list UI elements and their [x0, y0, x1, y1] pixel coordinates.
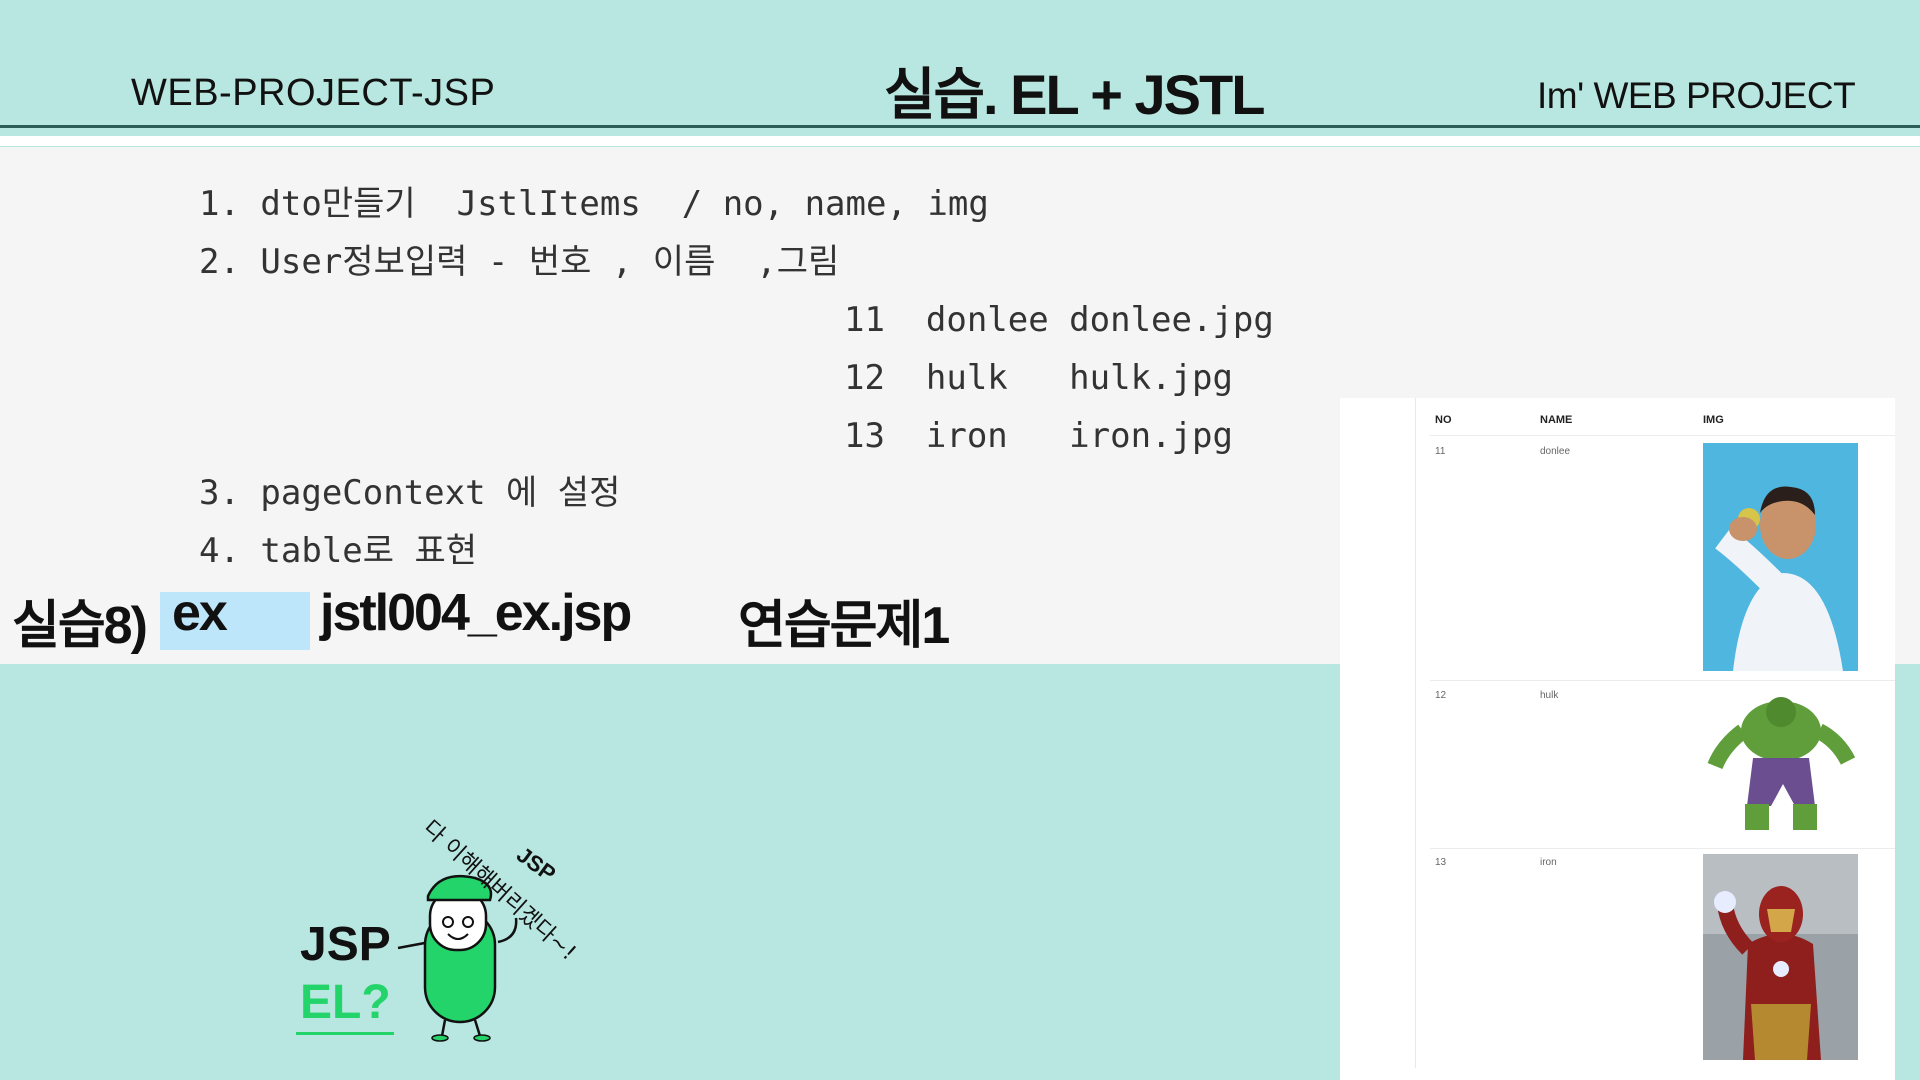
practice-file: jstl004_ex.jsp: [320, 584, 632, 642]
mascot-illustration: JSP EL? JSP 다 이해해버리겠다~!: [296, 816, 580, 1042]
code-line-row-11: 11 donlee donlee.jpg: [844, 300, 1274, 340]
row-divider-2: [1430, 848, 1895, 849]
col-header-name: NAME: [1540, 414, 1573, 426]
code-line-2: 2. User정보입력 - 번호 , 이름 ,그림: [199, 242, 840, 282]
slide-title: 실습. EL + JSTL: [884, 63, 1265, 126]
header-divider: [0, 125, 1920, 128]
code-line-row-12: 12 hulk hulk.jpg: [844, 358, 1233, 398]
practice-exercise: 연습문제1: [738, 597, 950, 655]
hulk-figure-image: [1703, 686, 1858, 841]
row-12-name: hulk: [1540, 690, 1559, 701]
code-line-row-13: 13 iron iron.jpg: [844, 416, 1233, 456]
el-underline: [296, 1032, 394, 1035]
practice-tag: ex: [172, 584, 228, 642]
man-holding-ball-photo: [1703, 443, 1858, 671]
col-header-img: IMG: [1703, 414, 1724, 426]
col-header-no: NO: [1435, 414, 1452, 426]
mascot-jsp-label: JSP: [300, 918, 391, 971]
row-divider-1: [1430, 680, 1895, 681]
code-line-3: 3. pageContext 에 설정: [199, 473, 621, 513]
row-13-name: iron: [1540, 857, 1557, 868]
code-line-1: 1. dto만들기 JstlItems / no, name, img: [199, 184, 989, 224]
mascot-speech-tag: JSP: [512, 842, 560, 887]
code-line-4: 4. table로 표현: [199, 531, 478, 571]
result-table-screenshot: NO NAME IMG 11 donlee 12 hulk 13 iron: [1340, 398, 1895, 1080]
row-12-no: 12: [1435, 690, 1447, 701]
header-left-label: WEB-PROJECT-JSP: [131, 72, 496, 114]
mascot-el-label: EL?: [300, 976, 391, 1029]
row-13-no: 13: [1435, 857, 1447, 868]
table-left-border: [1415, 398, 1416, 1068]
row-11-name: donlee: [1540, 446, 1571, 457]
header-divider-white: [0, 136, 1920, 146]
header-right-label: Im' WEB PROJECT: [1537, 75, 1856, 116]
practice-label: 실습8): [12, 597, 148, 655]
header-row-divider: [1430, 435, 1895, 436]
iron-man-figure-image: [1703, 854, 1858, 1060]
row-11-no: 11: [1435, 446, 1446, 457]
